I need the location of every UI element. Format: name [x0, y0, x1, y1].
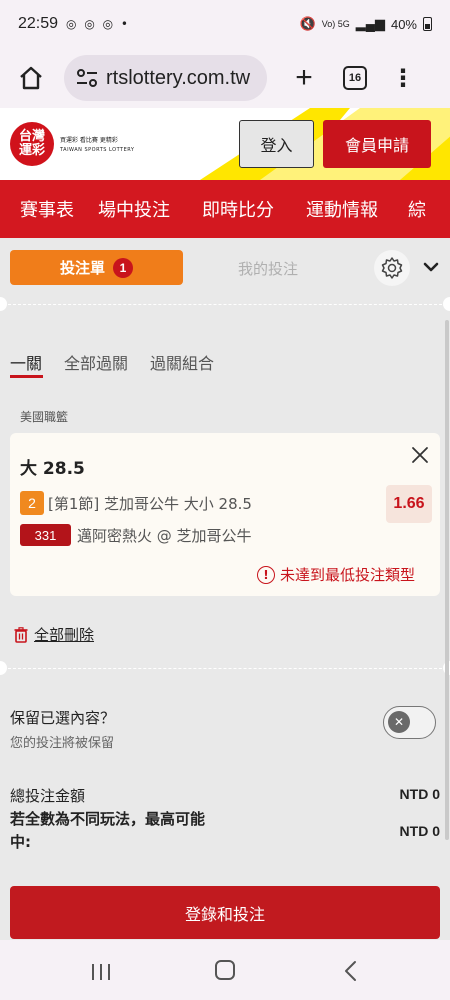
new-tab-button[interactable]: + — [287, 63, 321, 93]
divider — [8, 304, 442, 305]
site-settings-icon[interactable] — [76, 69, 98, 87]
betslip-tab-label: 投注單 — [59, 259, 105, 277]
browser-home-button[interactable] — [14, 61, 48, 95]
divider — [8, 668, 442, 669]
tab-my-bets[interactable]: 我的投注 — [238, 258, 298, 279]
bet-card: 大 28.5 2 [第1節] 芝加哥公牛 大小 28.5 1.66 331 邁阿… — [10, 433, 440, 596]
browser-toolbar: rtslottery.com.tw + 16 ⋮ — [0, 48, 450, 108]
battery-level: 40% — [390, 16, 417, 32]
recent-apps-icon[interactable] — [90, 962, 112, 982]
url-text: rtslottery.com.tw — [106, 66, 251, 89]
max-win-label: 若全數為不同玩法，最高可能中: — [10, 810, 206, 851]
register-button[interactable]: 會員申請 — [323, 120, 431, 168]
scrollbar[interactable] — [445, 320, 449, 840]
logo-english-name: TAIWAN SPORTS LOTTERY — [60, 147, 135, 153]
trash-icon — [14, 626, 28, 643]
betslip-count-badge: 1 — [113, 257, 133, 278]
max-win-value: NTD 0 — [399, 823, 440, 839]
remove-bet-icon[interactable] — [410, 445, 430, 465]
tab-parlay-combo[interactable]: 過關組合 — [150, 350, 214, 374]
delete-all-label: 全部刪除 — [34, 626, 95, 644]
betslip-header: 投注單 1 我的投注 — [0, 240, 450, 300]
tab-betslip[interactable]: 投注單 1 — [10, 250, 183, 285]
bet-warning: ! 未達到最低投注類型 — [257, 564, 415, 585]
site-logo[interactable]: 台灣 運彩 買運彩 看比賽 更精彩 TAIWAN SPORTS LOTTERY — [10, 122, 134, 166]
keep-selection-subtitle: 您的投注將被保留 — [10, 736, 115, 751]
status-bar: 22:59 ◎ ◎ ◎ • 🔇 Vo) 5G ▂▄▆ 40% — [0, 0, 450, 48]
keep-selection-title: 保留已選內容？ — [10, 709, 116, 727]
nav-item-sports-info[interactable]: 運動情報 — [306, 196, 378, 222]
bet-selection-title: 大 28.5 — [20, 459, 85, 479]
total-stake-value: NTD 0 — [399, 786, 440, 802]
login-and-bet-button[interactable]: 登錄和投注 — [10, 886, 440, 939]
match-name: 邁阿密熱火 @ 芝加哥公牛 — [77, 527, 252, 545]
total-stake-label: 總投注金額 — [10, 787, 86, 805]
network-indicator: Vo) 5G — [321, 19, 350, 29]
notification-icons: ◎ ◎ ◎ • — [66, 17, 130, 31]
settings-button[interactable] — [374, 250, 410, 286]
nav-item-live-scores[interactable]: 即時比分 — [202, 196, 274, 222]
login-button[interactable]: 登入 — [239, 120, 314, 168]
warning-text: 未達到最低投注類型 — [280, 566, 416, 584]
delete-all-button[interactable]: 全部刪除 — [14, 624, 94, 645]
main-nav: 賽事表 場中投注 即時比分 運動情報 綜 — [0, 180, 450, 238]
tab-switcher-button[interactable]: 16 — [343, 66, 367, 90]
tab-all-parlay[interactable]: 全部過關 — [64, 350, 128, 374]
system-nav-bar — [0, 940, 450, 1000]
chevron-down-icon[interactable] — [420, 256, 442, 278]
mute-icon: 🔇 — [299, 16, 316, 31]
keep-selection-toggle[interactable]: ✕ — [383, 706, 436, 739]
alert-icon: ! — [257, 565, 275, 584]
nav-item-more[interactable]: 綜 — [408, 196, 426, 222]
clock: 22:59 — [18, 15, 59, 32]
league-name: 美國職籃 — [20, 410, 69, 424]
site-header: 台灣 運彩 買運彩 看比賽 更精彩 TAIWAN SPORTS LOTTERY 登… — [0, 108, 450, 180]
address-bar[interactable]: rtslottery.com.tw — [64, 55, 267, 101]
bet-description: [第1節] 芝加哥公牛 大小 28.5 — [48, 495, 252, 513]
home-icon — [20, 66, 42, 90]
battery-icon — [423, 17, 432, 31]
back-icon[interactable] — [343, 960, 359, 982]
period-badge: 2 — [20, 491, 44, 515]
logo-emblem: 台灣 運彩 — [10, 122, 54, 166]
system-home-icon[interactable] — [215, 960, 235, 980]
browser-menu-button[interactable]: ⋮ — [391, 66, 415, 90]
nav-item-schedule[interactable]: 賽事表 — [20, 196, 74, 222]
toggle-off-icon: ✕ — [388, 711, 410, 733]
nav-item-live-betting[interactable]: 場中投注 — [98, 196, 170, 222]
gear-icon — [381, 257, 403, 279]
odds-value: 1.66 — [386, 485, 432, 523]
bet-type-tabs: 一關 全部過關 過關組合 — [10, 350, 214, 374]
signal-icon: ▂▄▆ — [355, 16, 385, 31]
game-number-badge: 331 — [20, 524, 71, 546]
logo-slogan: 買運彩 看比賽 更精彩 — [60, 137, 118, 144]
active-tab-indicator — [10, 375, 43, 378]
tab-single[interactable]: 一關 — [10, 350, 42, 374]
